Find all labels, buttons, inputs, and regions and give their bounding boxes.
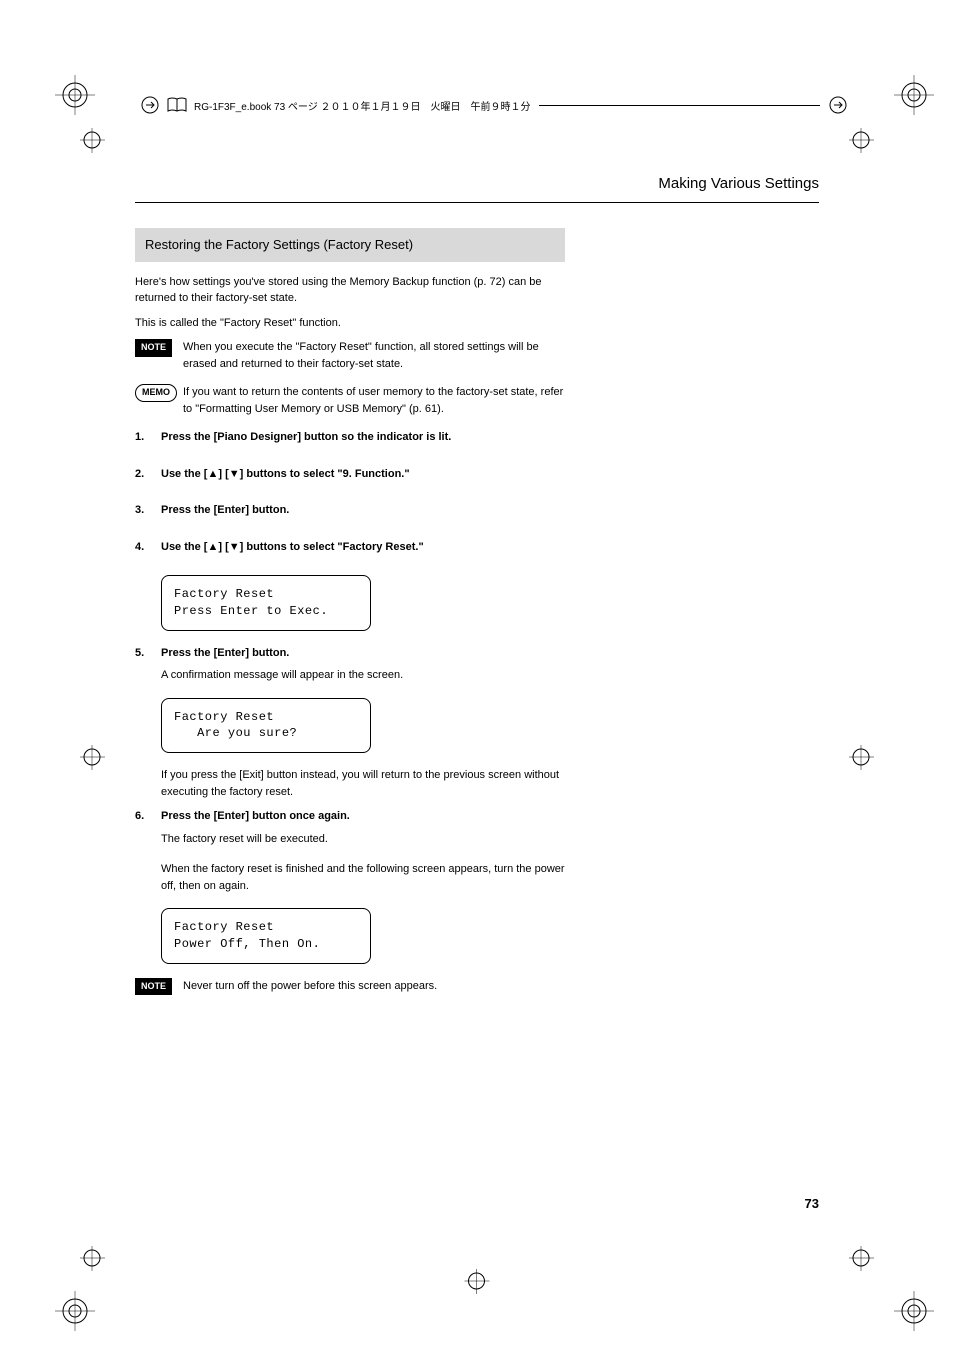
step-title: Press the [Enter] button once again. <box>161 808 565 825</box>
note-text-1: When you execute the "Factory Reset" fun… <box>183 339 565 372</box>
lcd-line: Factory Reset <box>174 709 358 726</box>
reg-mark <box>80 1246 105 1271</box>
book-icon <box>166 97 188 113</box>
note-block-2: NOTE Never turn off the power before thi… <box>135 978 565 996</box>
step-6: 6. Press the [Enter] button once again. … <box>135 808 565 894</box>
note-badge: NOTE <box>135 978 172 996</box>
triangle-down-icon <box>229 541 240 553</box>
step-title-suffix: ] buttons to select "Factory Reset." <box>240 541 424 553</box>
step-title: Use the [ ] [ ] buttons to select "9. Func… <box>161 466 565 483</box>
print-header: RG-1F3F_e.book 73 ページ ２０１０年１月１９日 火曜日 午前９… <box>140 95 854 115</box>
note-badge: NOTE <box>135 339 172 357</box>
lcd-line: Power Off, Then On. <box>174 936 358 953</box>
intro-para-2: This is called the "Factory Reset" funct… <box>135 315 565 332</box>
memo-badge: MEMO <box>135 384 177 402</box>
step-1: 1. Press the [Piano Designer] button so … <box>135 429 565 452</box>
reg-mark <box>849 128 874 153</box>
lcd-line: Factory Reset <box>174 586 358 603</box>
step-5-after-text: If you press the [Exit] button instead, … <box>161 767 565 800</box>
note-block-1: NOTE When you execute the "Factory Reset… <box>135 339 565 372</box>
memo-block-1: MEMO If you want to return the contents … <box>135 384 565 417</box>
reg-mark <box>849 1246 874 1271</box>
corner-mark-tr <box>894 75 934 115</box>
section-title: Restoring the Factory Settings (Factory … <box>135 228 565 262</box>
triangle-up-icon <box>207 468 218 480</box>
step-2: 2. Use the [ ] [ ] buttons to select "9. F… <box>135 466 565 489</box>
step-title-mid: ] [ <box>218 541 228 553</box>
lcd-line: Are you sure? <box>174 725 358 742</box>
corner-mark-tl <box>55 75 95 115</box>
memo-text-1: If you want to return the contents of us… <box>183 384 565 417</box>
print-header-line <box>539 105 820 106</box>
arrow-icon <box>140 95 160 115</box>
reg-mark <box>80 745 105 770</box>
running-header: Making Various Settings <box>658 175 819 192</box>
step-text: A confirmation message will appear in th… <box>161 667 565 684</box>
corner-mark-bl <box>55 1291 95 1331</box>
step-title-prefix: Use the [ <box>161 541 207 553</box>
step-number: 1. <box>135 429 161 452</box>
corner-mark-br <box>894 1291 934 1331</box>
main-content: Restoring the Factory Settings (Factory … <box>135 228 565 1007</box>
step-number: 6. <box>135 808 161 894</box>
step-title: Use the [ ] [ ] buttons to select "Factory… <box>161 539 565 556</box>
reg-mark <box>849 745 874 770</box>
lcd-display-1: Factory Reset Press Enter to Exec. <box>161 575 371 631</box>
step-title: Press the [Enter] button. <box>161 502 565 519</box>
page-number: 73 <box>805 1196 819 1211</box>
intro-para-1: Here's how settings you've stored using … <box>135 274 565 307</box>
step-3: 3. Press the [Enter] button. <box>135 502 565 525</box>
step-number: 2. <box>135 466 161 489</box>
arrow-icon <box>828 95 848 115</box>
note-text-2: Never turn off the power before this scr… <box>183 978 565 996</box>
step-title-mid: ] [ <box>218 468 228 480</box>
step-text: When the factory reset is finished and t… <box>161 861 565 894</box>
step-title-suffix: ] buttons to select "9. Function." <box>240 468 410 480</box>
step-number: 3. <box>135 502 161 525</box>
step-number: 5. <box>135 645 161 684</box>
lcd-display-2: Factory Reset Are you sure? <box>161 698 371 754</box>
step-4: 4. Use the [ ] [ ] buttons to select "Fact… <box>135 539 565 562</box>
triangle-down-icon <box>229 468 240 480</box>
step-title-prefix: Use the [ <box>161 468 207 480</box>
lcd-display-3: Factory Reset Power Off, Then On. <box>161 908 371 964</box>
step-5: 5. Press the [Enter] button. A confirmat… <box>135 645 565 684</box>
lcd-line: Factory Reset <box>174 919 358 936</box>
step-title: Press the [Enter] button. <box>161 645 565 662</box>
print-header-text: RG-1F3F_e.book 73 ページ ２０１０年１月１９日 火曜日 午前９… <box>194 98 531 113</box>
step-number: 4. <box>135 539 161 562</box>
lcd-line: Press Enter to Exec. <box>174 603 358 620</box>
step-text: The factory reset will be executed. <box>161 831 565 848</box>
reg-mark <box>80 128 105 153</box>
triangle-up-icon <box>207 541 218 553</box>
header-rule <box>135 202 819 203</box>
reg-mark <box>465 1269 490 1294</box>
step-title: Press the [Piano Designer] button so the… <box>161 429 565 446</box>
